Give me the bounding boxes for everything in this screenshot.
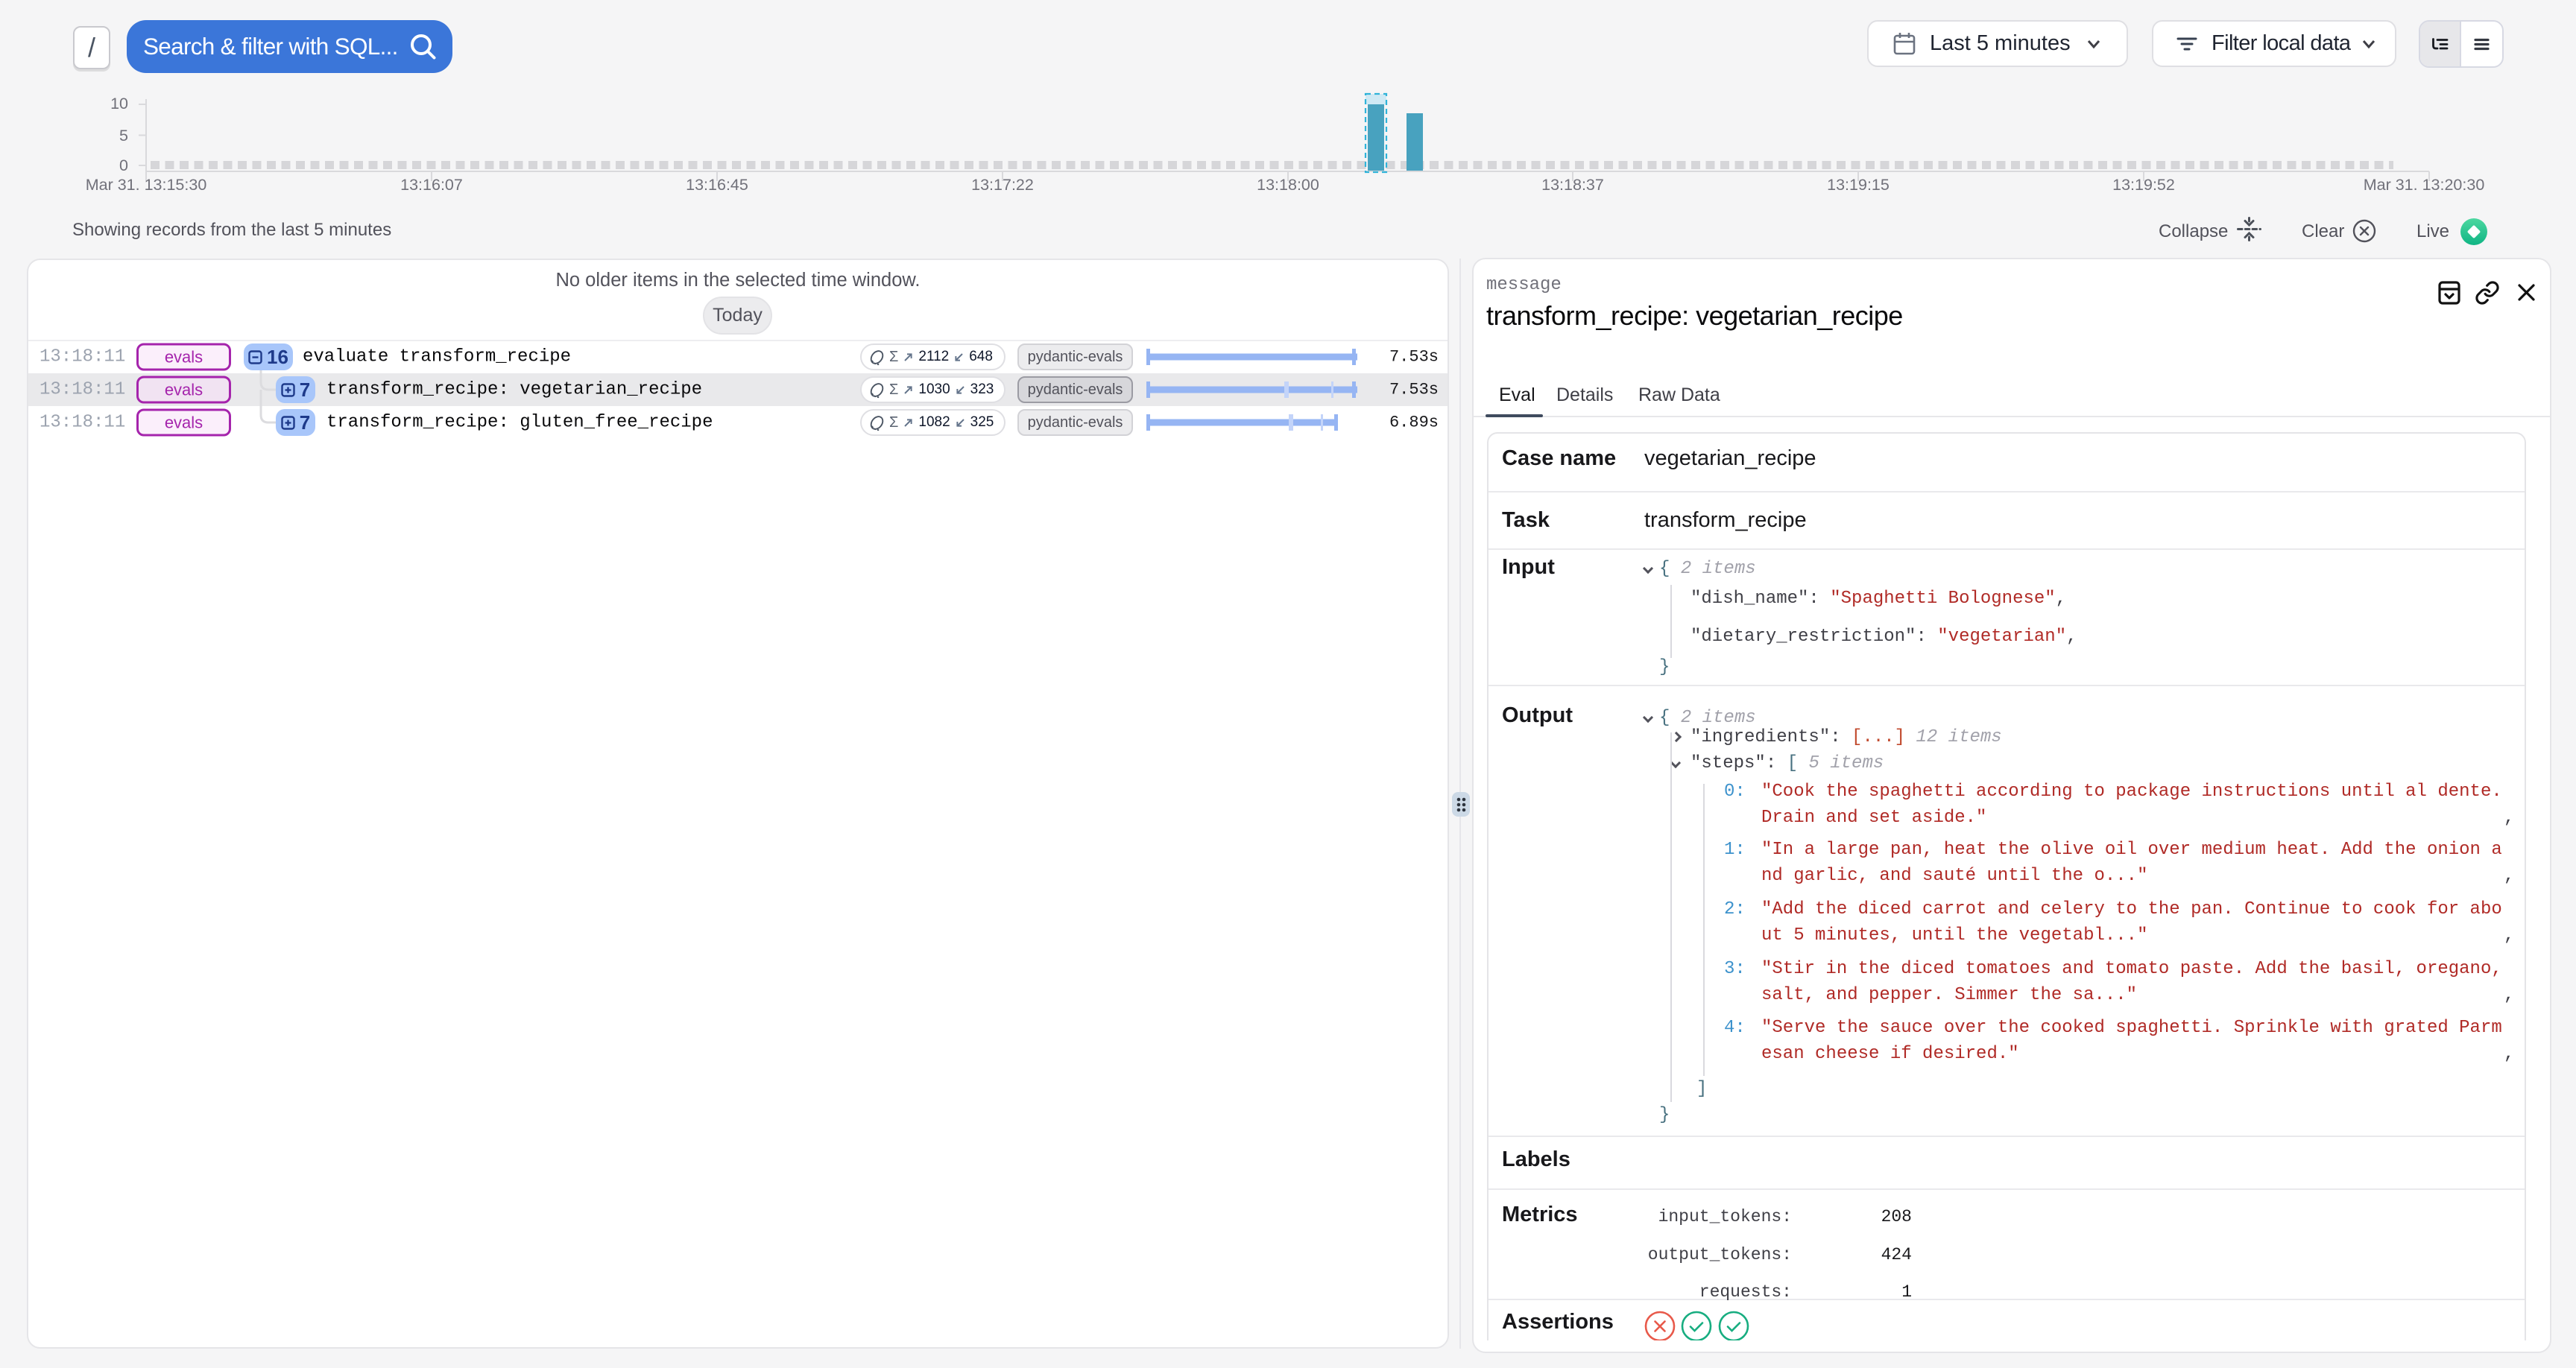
- svg-text:13:17:22: 13:17:22: [971, 176, 1034, 194]
- svg-text:10: 10: [110, 95, 128, 113]
- svg-text:13:19:15: 13:19:15: [1827, 176, 1890, 194]
- svg-text:13:19:52: 13:19:52: [2112, 176, 2175, 194]
- svg-text:5: 5: [119, 127, 128, 145]
- svg-text:13:16:45: 13:16:45: [686, 176, 748, 194]
- svg-text:13:16:07: 13:16:07: [400, 176, 463, 194]
- svg-text:13:18:00: 13:18:00: [1257, 176, 1319, 194]
- svg-text:13:18:37: 13:18:37: [1541, 176, 1604, 194]
- svg-text:Mar 31. 13:15:30: Mar 31. 13:15:30: [86, 176, 207, 194]
- svg-text:0: 0: [119, 156, 128, 174]
- svg-text:Mar 31. 13:20:30: Mar 31. 13:20:30: [2364, 176, 2485, 194]
